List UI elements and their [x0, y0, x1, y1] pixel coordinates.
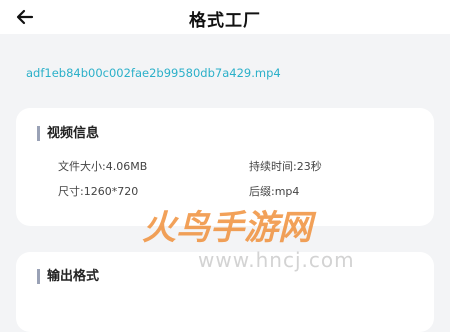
file-name-link[interactable]: adf1eb84b00c002fae2b99580db7a429.mp4: [26, 66, 281, 80]
dimensions-text: 尺寸:1260*720: [58, 185, 139, 198]
app-bar: 格式工厂: [0, 0, 450, 34]
video-info-heading: 视频信息: [37, 126, 99, 141]
extension-text: 后缀:mp4: [249, 185, 300, 198]
file-size-text: 文件大小:4.06MB: [58, 160, 148, 173]
watermark-url: www.hncj.com: [198, 248, 355, 272]
output-format-heading: 输出格式: [37, 269, 99, 284]
duration-text: 持续时间:23秒: [249, 160, 322, 173]
page-title: 格式工厂: [189, 11, 261, 31]
